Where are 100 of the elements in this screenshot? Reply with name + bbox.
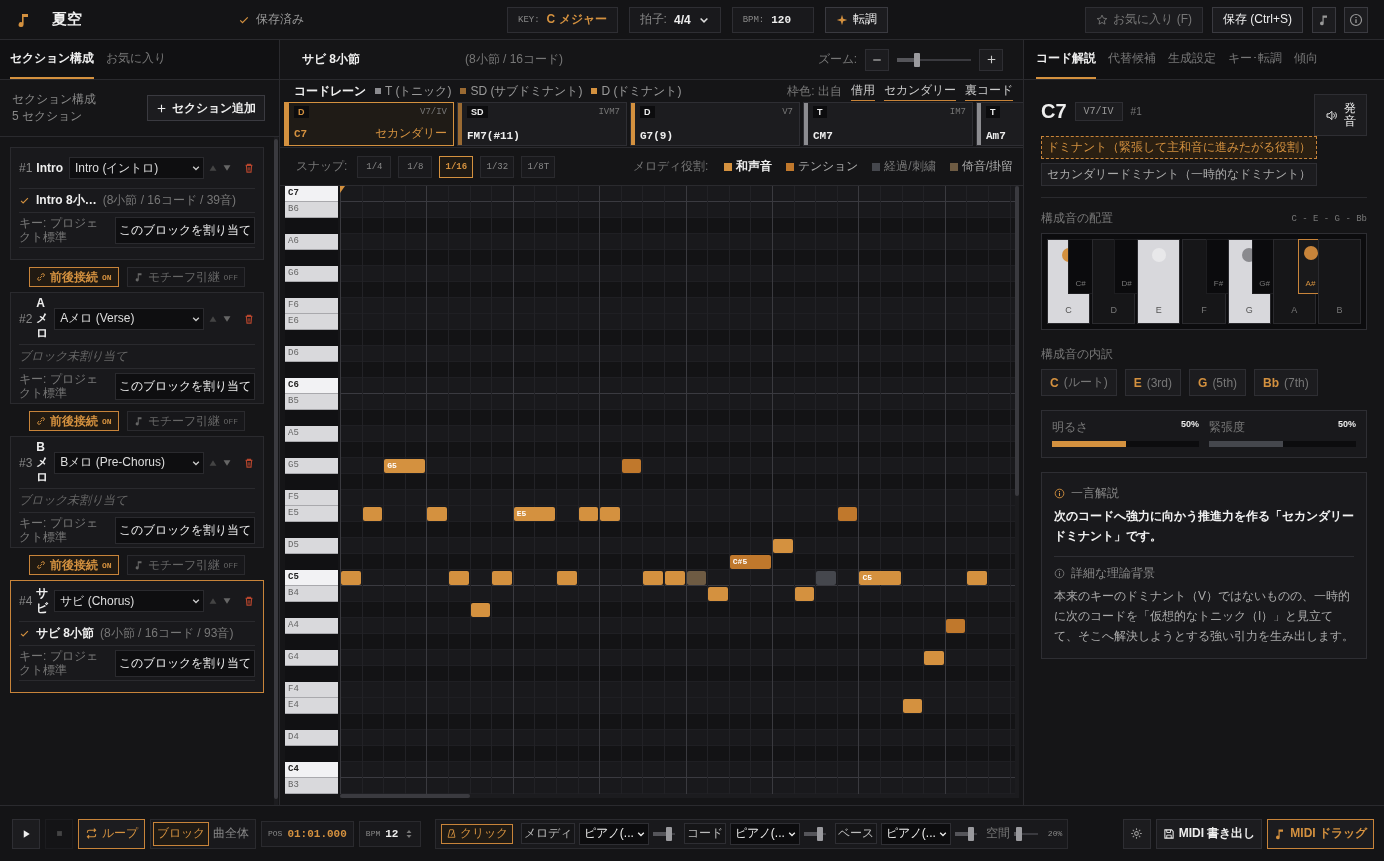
move-down-icon[interactable] bbox=[222, 596, 232, 606]
connect-toggle[interactable]: 前後接続 ON bbox=[29, 555, 119, 575]
sharp-piano-key[interactable] bbox=[285, 666, 338, 682]
chord-card[interactable]: D V7 G7(9) bbox=[630, 102, 800, 146]
move-up-icon[interactable] bbox=[208, 596, 218, 606]
connect-toggle[interactable]: 前後接続 ON bbox=[29, 267, 119, 287]
note-block[interactable] bbox=[837, 507, 858, 521]
note-block[interactable] bbox=[362, 507, 383, 521]
inspector-tab[interactable]: 生成設定 bbox=[1168, 40, 1216, 79]
trash-icon[interactable] bbox=[243, 595, 255, 607]
assign-block-button[interactable]: このブロックを割り当て bbox=[115, 516, 255, 544]
sharp-piano-key[interactable] bbox=[285, 362, 338, 378]
sharp-piano-key[interactable] bbox=[285, 250, 338, 266]
piano-key[interactable]: A5 bbox=[285, 426, 338, 442]
zoom-out-button[interactable] bbox=[865, 48, 889, 71]
piano-key[interactable]: D4 bbox=[285, 730, 338, 746]
key-selector[interactable]: KEY: C メジャー bbox=[507, 6, 618, 33]
piano-key[interactable]: C6 bbox=[285, 378, 338, 394]
piano-key[interactable]: C5 bbox=[285, 570, 338, 586]
volume-slider[interactable] bbox=[954, 826, 977, 841]
assign-block-button[interactable]: このブロックを割り当て bbox=[115, 649, 255, 677]
sharp-piano-key[interactable] bbox=[285, 442, 338, 458]
sidebar-tab[interactable]: セクション構成 bbox=[10, 40, 94, 79]
zoom-in-button[interactable] bbox=[979, 48, 1003, 71]
assign-block-button[interactable]: このブロックを割り当て bbox=[115, 216, 255, 244]
sharp-piano-key[interactable] bbox=[285, 474, 338, 490]
note-block[interactable] bbox=[794, 587, 815, 601]
note-block[interactable] bbox=[470, 603, 491, 617]
chord-card[interactable]: SD IVM7 FM7(#11) bbox=[457, 102, 627, 146]
instrument-select[interactable]: ピアノ(... bbox=[880, 822, 951, 845]
inspector-tab[interactable]: 代替候補 bbox=[1108, 40, 1156, 79]
piano-key[interactable]: G4 bbox=[285, 650, 338, 666]
trash-icon[interactable] bbox=[243, 456, 255, 469]
section-type-select[interactable]: Aメロ (Verse) bbox=[54, 307, 204, 330]
note-block[interactable] bbox=[621, 459, 642, 473]
connect-toggle[interactable]: 前後接続 ON bbox=[29, 411, 119, 431]
zoom-slider[interactable] bbox=[897, 52, 971, 67]
settings-button[interactable] bbox=[1122, 818, 1151, 849]
chord-card[interactable]: T Am7 bbox=[976, 102, 1023, 146]
sharp-piano-key[interactable] bbox=[285, 602, 338, 618]
piano-key[interactable]: E4 bbox=[285, 698, 338, 714]
sharp-piano-key[interactable] bbox=[285, 410, 338, 426]
tempo-field[interactable]: BPM 12 bbox=[358, 820, 421, 847]
piano-key[interactable]: B5 bbox=[285, 394, 338, 410]
volume-slider[interactable] bbox=[803, 826, 826, 841]
piano-key[interactable]: B6 bbox=[285, 202, 338, 218]
stop-button[interactable] bbox=[45, 818, 73, 849]
snap-option[interactable]: 1/16 bbox=[439, 155, 474, 178]
section-type-select[interactable]: Intro (イントロ) bbox=[69, 157, 204, 179]
instrument-select[interactable]: ピアノ(... bbox=[578, 822, 649, 845]
piano-key[interactable]: F6 bbox=[285, 298, 338, 314]
click-toggle[interactable]: クリック bbox=[440, 823, 513, 844]
tempo-field[interactable]: BPM: 120 bbox=[731, 6, 814, 33]
piano-key[interactable]: E6 bbox=[285, 314, 338, 330]
snap-option[interactable]: 1/8T bbox=[521, 155, 556, 178]
instrument-select[interactable]: ピアノ(... bbox=[729, 822, 800, 845]
section-type-select[interactable]: サビ (Chorus) bbox=[54, 590, 204, 612]
assign-block-button[interactable]: このブロックを割り当て bbox=[115, 372, 255, 400]
move-down-icon[interactable] bbox=[222, 163, 232, 173]
move-down-icon[interactable] bbox=[222, 457, 232, 468]
piano-key[interactable]: F5 bbox=[285, 490, 338, 506]
sharp-piano-key[interactable] bbox=[285, 218, 338, 234]
piano-key[interactable]: D6 bbox=[285, 346, 338, 362]
piano-key[interactable]: B4 bbox=[285, 586, 338, 602]
move-up-icon[interactable] bbox=[208, 163, 218, 173]
play-button[interactable] bbox=[12, 818, 40, 849]
piano-key[interactable]: E5 bbox=[285, 506, 338, 522]
chord-card[interactable]: D V7/IV C7 セカンダリー bbox=[284, 102, 454, 146]
export-midi-button[interactable]: MIDI 書き出し bbox=[1155, 818, 1263, 849]
piano-key[interactable]: F4 bbox=[285, 682, 338, 698]
trash-icon[interactable] bbox=[243, 312, 255, 325]
sidebar-tab[interactable]: お気に入り bbox=[106, 40, 166, 79]
save-button[interactable]: 保存 (Ctrl+S) bbox=[1212, 6, 1303, 33]
range-option[interactable]: 曲全体 bbox=[209, 821, 253, 846]
sharp-piano-key[interactable] bbox=[285, 330, 338, 346]
loop-button[interactable]: ループ bbox=[78, 818, 145, 849]
piano-key[interactable]: D5 bbox=[285, 538, 338, 554]
piano-key[interactable]: G6 bbox=[285, 266, 338, 282]
piano-key[interactable]: C7 bbox=[285, 186, 338, 202]
transpose-button[interactable]: 転調 bbox=[824, 6, 888, 33]
sharp-piano-key[interactable] bbox=[285, 634, 338, 650]
trash-icon[interactable] bbox=[243, 162, 255, 174]
snap-option[interactable]: 1/4 bbox=[357, 155, 392, 178]
time-signature-select[interactable]: 拍子: 4/4 bbox=[628, 6, 721, 33]
sharp-piano-key[interactable] bbox=[285, 746, 338, 762]
section-type-select[interactable]: Bメロ (Pre-Chorus) bbox=[54, 451, 204, 474]
range-option[interactable]: ブロック bbox=[153, 821, 209, 846]
add-section-button[interactable]: セクション追加 bbox=[147, 95, 265, 121]
volume-slider[interactable] bbox=[652, 826, 675, 841]
play-chord-button[interactable]: 発音 bbox=[1314, 94, 1367, 136]
sharp-piano-key[interactable] bbox=[285, 282, 338, 298]
piano-key[interactable]: C4 bbox=[285, 762, 338, 778]
inspector-tab[interactable]: コード解説 bbox=[1036, 40, 1096, 79]
inspector-tab[interactable]: 傾向 bbox=[1294, 40, 1318, 79]
sharp-piano-key[interactable] bbox=[285, 522, 338, 538]
piano-key[interactable]: A6 bbox=[285, 234, 338, 250]
sharp-piano-key[interactable] bbox=[285, 714, 338, 730]
note-block[interactable] bbox=[945, 619, 966, 633]
piano-key[interactable]: B3 bbox=[285, 778, 338, 794]
reverb-slider[interactable] bbox=[1013, 826, 1038, 841]
